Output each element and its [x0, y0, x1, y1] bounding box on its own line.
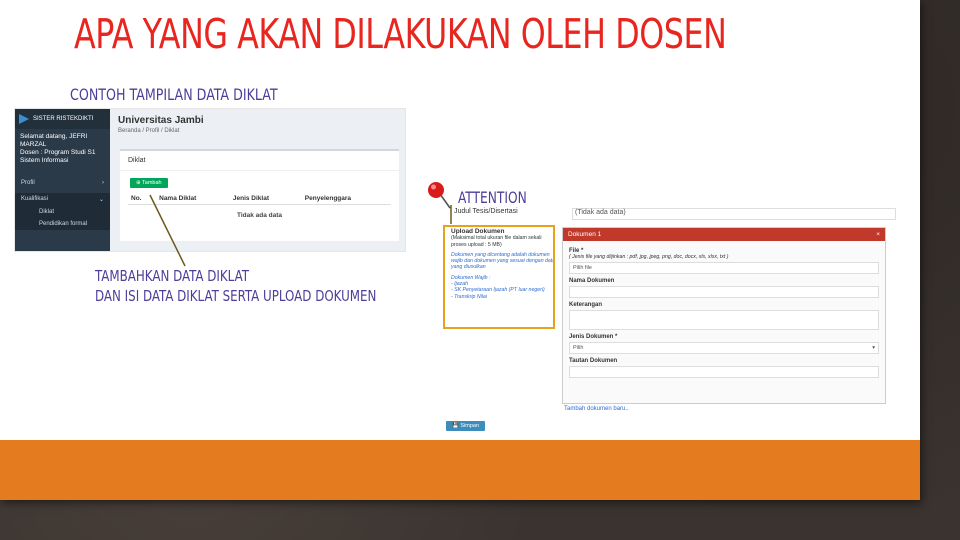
pushpin-icon — [428, 182, 451, 209]
add-button-label: Tambah — [142, 180, 162, 186]
sidebar-item-diklat[interactable]: Diklat — [15, 206, 110, 218]
slide-title: APA YANG AKAN DILAKUKAN OLEH DOSEN — [74, 10, 727, 58]
column-header[interactable]: Nama Diklat — [156, 193, 230, 205]
empty-message: Tidak ada data — [236, 212, 283, 219]
notes-label: Keterangan — [569, 302, 603, 308]
diklat-screenshot: SISTER RISTEKDIKTI Selamat datang, JEFRI… — [14, 108, 406, 252]
file-hint: ( Jenis file yang diijinkan : pdf, jpg, … — [569, 254, 729, 260]
document-panel-header: Dokumen 1 × — [563, 228, 885, 241]
caption-line: DAN ISI DATA DIKLAT SERTA UPLOAD DOKUMEN — [95, 287, 377, 305]
card-title: Diklat — [120, 151, 399, 171]
sidebar-item-label: Profil — [21, 180, 35, 186]
link-input[interactable] — [569, 366, 879, 378]
document-panel-body: File * ( Jenis file yang diijinkan : pdf… — [563, 241, 885, 381]
main-content: Universitas Jambi Beranda / Profil / Dik… — [110, 109, 405, 251]
diklat-card: Diklat ⊕ Tambah No. Nama Diklat Jenis Di… — [120, 149, 399, 241]
add-diklat-button[interactable]: ⊕ Tambah — [130, 178, 168, 188]
save-button-label: Simpan — [460, 423, 480, 429]
accent-band — [0, 440, 920, 500]
user-line: Dosen : Program Studi S1 — [20, 149, 96, 156]
attention-label: ATTENTION — [458, 188, 527, 207]
diklat-table: No. Nama Diklat Jenis Diklat Penyelengga… — [128, 193, 391, 205]
sidebar-item-label: Pendidikan formal — [39, 221, 88, 227]
add-document-link[interactable]: Tambah dokumen baru.. — [564, 406, 629, 412]
column-header[interactable]: Penyelenggara — [301, 193, 391, 205]
slide-subtitle: CONTOH TAMPILAN DATA DIKLAT — [70, 85, 278, 104]
document-panel-title: Dokumen 1 — [568, 231, 602, 238]
notes-textarea[interactable] — [569, 310, 879, 330]
sidebar-item-pendidikan[interactable]: Pendidikan formal — [15, 218, 110, 230]
column-header[interactable]: Jenis Diklat — [229, 193, 302, 205]
sidebar: SISTER RISTEKDIKTI Selamat datang, JEFRI… — [15, 109, 110, 251]
app-name: SISTER RISTEKDIKTI — [33, 116, 94, 122]
sidebar-item-label: Diklat — [39, 209, 55, 215]
sidebar-item-profil[interactable]: Profil › — [15, 177, 110, 189]
slide: APA YANG AKAN DILAKUKAN OLEH DOSEN CONTO… — [0, 0, 920, 500]
thesis-value: (Tidak ada data) — [572, 208, 896, 220]
file-input[interactable]: Pilih file — [569, 262, 879, 274]
app-logo: SISTER RISTEKDIKTI — [15, 109, 110, 129]
save-button[interactable]: 💾 Simpan — [446, 421, 486, 431]
institution-title: Universitas Jambi — [118, 115, 204, 126]
type-select[interactable]: Pilih ▾ — [569, 342, 879, 354]
name-input[interactable] — [569, 286, 879, 298]
close-icon[interactable]: × — [876, 231, 880, 238]
document-panel: Dokumen 1 × File * ( Jenis file yang dii… — [562, 227, 886, 404]
user-line: MARZAL — [20, 141, 47, 148]
upload-info-highlight — [443, 225, 555, 329]
logo-icon — [19, 114, 29, 124]
thesis-label: Judul Tesis/Disertasi — [454, 208, 518, 215]
type-label: Jenis Dokumen * — [569, 334, 618, 340]
user-info: Selamat datang, JEFRI MARZAL Dosen : Pro… — [15, 129, 110, 169]
chevron-down-icon: ⌄ — [98, 197, 104, 203]
sidebar-item-label: Kualifikasi — [21, 196, 49, 202]
instruction-caption: TAMBAHKAN DATA DIKLAT DAN ISI DATA DIKLA… — [95, 266, 376, 306]
chevron-right-icon: › — [102, 180, 104, 186]
sidebar-item-kualifikasi[interactable]: Kualifikasi ⌄ — [15, 193, 110, 206]
caret-down-icon: ▾ — [872, 345, 875, 351]
type-select-value: Pilih — [573, 345, 584, 351]
breadcrumb: Beranda / Profil / Diklat — [118, 128, 180, 134]
user-line: Selamat datang, JEFRI — [20, 133, 88, 140]
column-header[interactable]: No. — [128, 193, 157, 205]
name-label: Nama Dokumen — [569, 278, 615, 284]
link-label: Tautan Dokumen — [569, 358, 618, 364]
user-line: Sistem Informasi — [20, 157, 69, 164]
caption-line: TAMBAHKAN DATA DIKLAT — [95, 267, 249, 285]
